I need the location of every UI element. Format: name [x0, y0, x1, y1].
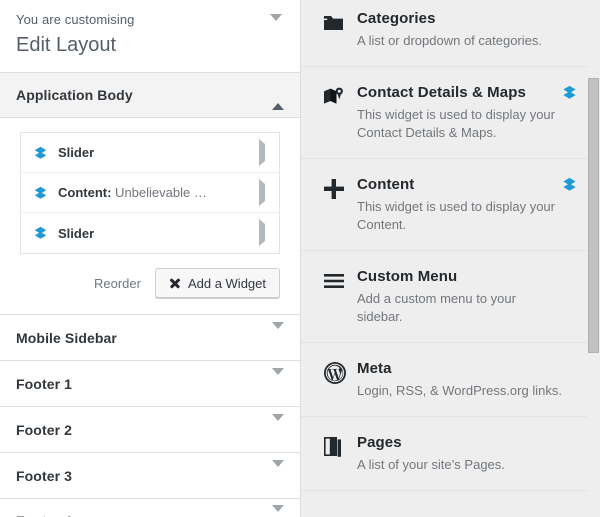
customizer-eyebrow: You are customising: [16, 12, 135, 27]
chevron-right-icon: [259, 178, 265, 206]
customizer-header: You are customising Edit Layout: [0, 0, 300, 72]
available-widget-title: Content: [357, 176, 415, 193]
widget-list-item[interactable]: Slider: [21, 213, 279, 253]
assigned-widget-list: Slider Content: Unbelievable … Slider: [20, 132, 280, 254]
add-a-widget-label: Add a Widget: [187, 275, 266, 291]
available-widget-item[interactable]: Categories A list or dropdown of categor…: [301, 0, 600, 67]
plus-icon: [323, 177, 357, 201]
vertical-scrollbar-track[interactable]: [587, 0, 600, 517]
sort-handle-icon[interactable]: [33, 226, 48, 240]
chevron-right-icon: [259, 138, 265, 166]
available-widget-item[interactable]: Contact Details & Maps This widget is us…: [301, 67, 600, 159]
section-title: Footer 1: [16, 375, 73, 392]
sidebar-item-footer-2[interactable]: Footer 2: [0, 406, 300, 452]
available-widget-title: Categories: [357, 10, 436, 27]
chevron-down-icon: [272, 505, 284, 517]
widget-list-item-title: Slider: [58, 225, 95, 241]
widget-list-item[interactable]: Slider: [21, 133, 279, 173]
available-widget-item[interactable]: Pages A list of your site’s Pages.: [301, 417, 600, 491]
reorder-button[interactable]: Reorder: [94, 276, 141, 291]
pages-icon: [323, 435, 357, 459]
page-title: Edit Layout: [16, 34, 117, 56]
close-x-icon: [169, 278, 180, 289]
available-widget-item[interactable]: Content This widget is used to display y…: [301, 159, 600, 251]
add-a-widget-button[interactable]: Add a Widget: [154, 268, 280, 298]
chevron-down-icon: [270, 14, 282, 21]
available-widget-description: Login, RSS, & WordPress.org links.: [357, 383, 562, 398]
customizer-screen: You are customising Edit Layout Applicat…: [0, 0, 600, 517]
available-widgets-list: Categories A list or dropdown of categor…: [301, 0, 600, 491]
available-widget-description: This widget is used to display your Cont…: [357, 107, 555, 140]
section-title: Footer 2: [16, 421, 73, 438]
sidebar-item-mobile-sidebar[interactable]: Mobile Sidebar: [0, 314, 300, 360]
section-title: Mobile Sidebar: [16, 329, 117, 346]
sort-handle-icon[interactable]: [561, 177, 578, 192]
widget-list-item-title: Slider: [58, 145, 95, 160]
section-title: Footer 3: [16, 467, 73, 484]
map-pin-icon: [323, 85, 357, 109]
collapse-panel-button[interactable]: [270, 14, 286, 30]
widget-actions: Reorder Add a Widget: [20, 254, 280, 314]
widget-list-item[interactable]: Content: Unbelievable …: [21, 173, 279, 213]
sidebar-item-footer-3[interactable]: Footer 3: [0, 452, 300, 498]
folder-icon: [323, 11, 357, 35]
chevron-right-icon: [259, 219, 265, 246]
sort-handle-icon[interactable]: [561, 85, 578, 100]
collapsed-sections-list: Mobile Sidebar Footer 1 Footer 2 Footer …: [0, 314, 300, 517]
chevron-up-icon: [272, 86, 284, 110]
sidebar-item-footer-4[interactable]: Footer 4: [0, 498, 300, 517]
chevron-down-icon: [272, 367, 284, 393]
widget-list-item-title: Content: Unbelievable …: [58, 185, 207, 200]
section-application-body: Application Body Slider Content: Unbelie…: [0, 72, 300, 314]
section-body-application-body: Slider Content: Unbelievable … Slider Re…: [0, 118, 300, 314]
available-widget-item[interactable]: Custom Menu Add a custom menu to your si…: [301, 251, 600, 343]
available-widget-title: Contact Details & Maps: [357, 84, 526, 101]
available-widget-item[interactable]: Meta Login, RSS, & WordPress.org links.: [301, 343, 600, 417]
chevron-down-icon: [272, 459, 284, 485]
wordpress-logo-icon: [323, 361, 357, 385]
chevron-down-icon: [272, 413, 284, 439]
available-widgets-panel: Categories A list or dropdown of categor…: [300, 0, 600, 517]
vertical-scrollbar-thumb[interactable]: [588, 78, 599, 353]
available-widget-title: Custom Menu: [357, 268, 458, 285]
sort-handle-icon[interactable]: [33, 186, 48, 200]
menu-hamburger-icon: [323, 269, 357, 293]
section-title: Application Body: [16, 87, 133, 103]
sort-handle-icon[interactable]: [33, 146, 48, 160]
sidebar-item-footer-1[interactable]: Footer 1: [0, 360, 300, 406]
available-widget-title: Pages: [357, 434, 402, 451]
customizer-sidebar: You are customising Edit Layout Applicat…: [0, 0, 300, 517]
available-widget-description: Add a custom menu to your sidebar.: [357, 291, 516, 324]
available-widget-description: This widget is used to display your Cont…: [357, 199, 555, 232]
section-title: Footer 4: [16, 513, 72, 517]
available-widget-description: A list or dropdown of categories.: [357, 33, 542, 48]
available-widget-title: Meta: [357, 360, 392, 377]
available-widget-description: A list of your site’s Pages.: [357, 457, 505, 472]
section-header-application-body[interactable]: Application Body: [0, 72, 300, 118]
chevron-down-icon: [272, 321, 284, 347]
